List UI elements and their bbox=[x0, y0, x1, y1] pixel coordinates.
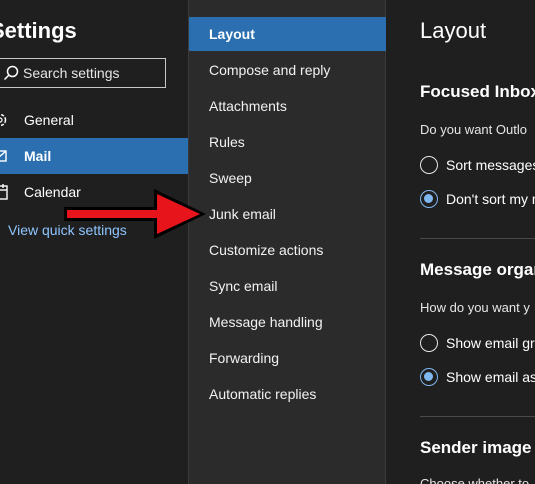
menu-item-message-handling[interactable]: Message handling bbox=[189, 305, 386, 339]
radio-label: Show email gro bbox=[446, 335, 535, 351]
menu-item-sync-email[interactable]: Sync email bbox=[189, 269, 386, 303]
menu-item-attachments[interactable]: Attachments bbox=[189, 89, 386, 123]
mail-settings-menu: Layout Compose and reply Attachments Rul… bbox=[188, 0, 386, 484]
search-input[interactable] bbox=[19, 65, 158, 81]
focused-inbox-question: Do you want Outlo bbox=[420, 122, 527, 137]
radio-label: Show email as bbox=[446, 369, 535, 385]
menu-item-compose-and-reply[interactable]: Compose and reply bbox=[189, 53, 386, 87]
radio-label: Sort messages bbox=[446, 157, 535, 173]
search-icon bbox=[3, 65, 19, 81]
menu-item-label: Layout bbox=[209, 26, 255, 42]
focused-inbox-heading: Focused Inbox bbox=[420, 82, 535, 101]
calendar-icon bbox=[0, 184, 8, 200]
message-organization-heading: Message organ bbox=[420, 260, 535, 279]
menu-item-automatic-replies[interactable]: Automatic replies bbox=[189, 377, 386, 411]
menu-item-label: Attachments bbox=[209, 98, 287, 114]
menu-item-label: Forwarding bbox=[209, 350, 280, 366]
menu-item-label: Rules bbox=[209, 134, 245, 150]
radio-button[interactable] bbox=[420, 156, 438, 174]
red-arrow-annotation bbox=[64, 189, 206, 239]
nav-item-mail[interactable]: Mail bbox=[0, 138, 188, 174]
sender-image-heading: Sender image bbox=[420, 438, 532, 457]
menu-item-sweep[interactable]: Sweep bbox=[189, 161, 386, 195]
radio-button[interactable] bbox=[420, 334, 438, 352]
settings-title: Settings bbox=[0, 18, 77, 43]
menu-item-forwarding[interactable]: Forwarding bbox=[189, 341, 386, 375]
menu-item-label: Message handling bbox=[209, 314, 323, 330]
menu-item-rules[interactable]: Rules bbox=[189, 125, 386, 159]
menu-item-label: Junk email bbox=[209, 206, 276, 222]
radio-button-checked[interactable] bbox=[420, 190, 438, 208]
menu-item-layout[interactable]: Layout bbox=[189, 17, 386, 51]
radio-button-checked[interactable] bbox=[420, 368, 438, 386]
menu-item-label: Sweep bbox=[209, 170, 252, 186]
menu-item-junk-email[interactable]: Junk email bbox=[189, 197, 386, 231]
menu-item-customize-actions[interactable]: Customize actions bbox=[189, 233, 386, 267]
nav-item-mail-label: Mail bbox=[24, 148, 52, 164]
layout-settings-pane: Layout Focused Inbox Do you want Outlo S… bbox=[386, 0, 535, 484]
sender-image-description: Choose whether to bbox=[420, 476, 530, 484]
menu-item-label: Sync email bbox=[209, 278, 278, 294]
search-box[interactable] bbox=[0, 58, 166, 88]
section-divider bbox=[420, 416, 535, 417]
section-divider bbox=[420, 238, 535, 239]
message-organization-question: How do you want y bbox=[420, 300, 530, 315]
pane-title: Layout bbox=[420, 18, 487, 43]
nav-item-general-label: General bbox=[24, 112, 74, 128]
menu-item-label: Automatic replies bbox=[209, 386, 317, 402]
menu-item-label: Compose and reply bbox=[209, 62, 331, 78]
radio-label: Don't sort my m bbox=[446, 191, 535, 207]
mail-icon bbox=[0, 150, 7, 162]
nav-item-general[interactable]: General bbox=[0, 102, 188, 138]
gear-icon bbox=[0, 113, 7, 127]
menu-item-label: Customize actions bbox=[209, 242, 324, 258]
